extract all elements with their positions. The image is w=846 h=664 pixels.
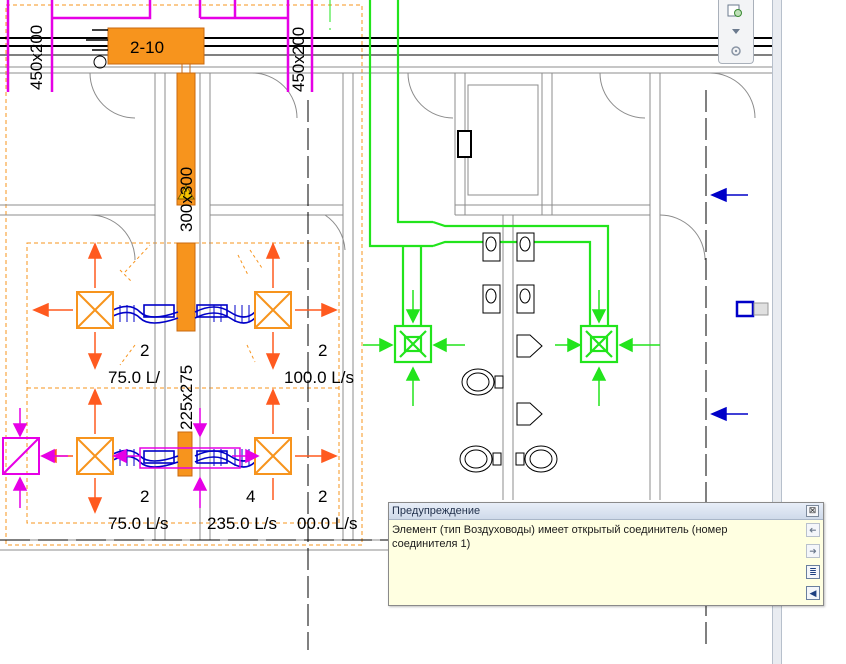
dropdown-arrow-icon[interactable] <box>727 26 745 40</box>
diffuser-count-2: 2 <box>318 341 327 360</box>
diffuser-flow-2: 100.0 L/s <box>284 368 354 387</box>
zoom-window-icon[interactable] <box>727 4 745 18</box>
duct-size-left: 450x200 <box>27 25 46 90</box>
next-button[interactable]: ➜ <box>806 544 820 558</box>
close-button[interactable]: ⊠ <box>806 505 819 517</box>
diffuser-labels: 2 75.0 L/ 2 100.0 L/s 2 75.0 L/s 4 235.0… <box>108 341 358 533</box>
diffuser-count-1: 2 <box>140 341 149 360</box>
list-icon: ≣ <box>809 567 817 577</box>
speaker-icon: ◀ <box>809 588 817 598</box>
walls <box>0 37 772 551</box>
diffuser-flow-5: 00.0 L/s <box>297 514 358 533</box>
arrow-left-icon: ➜ <box>809 525 817 535</box>
warning-side-toolbar: ➜ ➜ ≣ ◀ <box>804 523 822 607</box>
duct-size-main-lower: 225x275 <box>177 365 196 430</box>
magenta-diffusers[interactable] <box>2 437 40 475</box>
diffuser-flow-1: 75.0 L/ <box>108 368 160 387</box>
diffuser-flow-3: 75.0 L/s <box>108 514 169 533</box>
sound-button[interactable]: ◀ <box>806 586 820 600</box>
warning-title: Предупреждение <box>392 505 481 517</box>
navigation-bar[interactable] <box>718 0 754 64</box>
diffuser-count-5: 2 <box>318 487 327 506</box>
prev-button[interactable]: ➜ <box>806 523 820 537</box>
diffuser-flow-4: 235.0 L/s <box>207 514 277 533</box>
duct-size-main-upper: 300x300 <box>177 167 196 232</box>
diffuser-count-4: 4 <box>246 487 255 506</box>
arrow-right-icon: ➜ <box>809 546 817 556</box>
blue-arrows <box>710 187 755 422</box>
show-details-button[interactable]: ≣ <box>806 565 820 579</box>
duct-size-right: 450x200 <box>289 27 308 92</box>
warning-dialog[interactable]: Предупреждение ⊠ Элемент (тип Воздуховод… <box>388 502 824 606</box>
settings-icon[interactable] <box>727 44 745 58</box>
diffuser-count-3: 2 <box>140 487 149 506</box>
warning-header: Предупреждение ⊠ <box>389 503 823 520</box>
room-tag: 2-10 <box>130 38 164 57</box>
scroll-handle[interactable] <box>753 302 769 316</box>
warning-message: Элемент (тип Воздуховоды) имеет открытый… <box>392 524 728 550</box>
